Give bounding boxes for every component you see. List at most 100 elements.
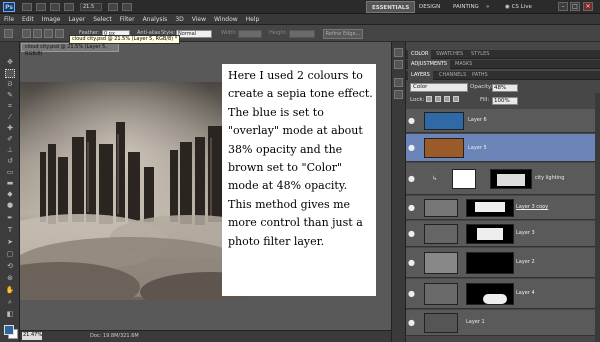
menu-file[interactable]: File: [0, 14, 18, 25]
tab-masks[interactable]: MASKS: [452, 60, 475, 69]
minibridge-icon[interactable]: [36, 3, 46, 11]
fill-input[interactable]: 100%: [492, 97, 518, 105]
layer-row[interactable]: ● Layer 4: [406, 279, 597, 309]
history-panel-icon[interactable]: [394, 48, 403, 57]
restore-button[interactable]: □: [570, 2, 580, 11]
layer-name[interactable]: Layer 3 copy: [516, 204, 548, 211]
add-selection-icon[interactable]: [33, 29, 42, 38]
visibility-eye-icon[interactable]: ●: [408, 259, 416, 267]
layer-name[interactable]: Layer 6: [468, 117, 487, 124]
workspace-more-button[interactable]: »: [481, 1, 494, 13]
menu-edit[interactable]: Edit: [18, 14, 38, 25]
pen-tool-icon[interactable]: ✒: [5, 214, 15, 223]
gradient-tool-icon[interactable]: ▬: [5, 179, 15, 188]
minimize-button[interactable]: –: [558, 2, 568, 11]
layer-row-selected[interactable]: ● Layer 5: [406, 134, 597, 162]
lock-position-icon[interactable]: [444, 96, 450, 102]
menu-analysis[interactable]: Analysis: [139, 14, 172, 25]
screen-mode-icon[interactable]: [122, 3, 132, 11]
layer-row[interactable]: ● Layer 3 copy: [406, 196, 597, 220]
hand-tool-icon[interactable]: [64, 3, 74, 11]
menu-image[interactable]: Image: [38, 14, 65, 25]
bridge-icon[interactable]: [22, 3, 32, 11]
default-colors-icon[interactable]: ◧: [5, 310, 15, 319]
path-select-icon[interactable]: ➤: [5, 238, 15, 247]
history-brush-icon[interactable]: ↺: [5, 157, 15, 166]
width-input[interactable]: [238, 30, 262, 38]
layer-row[interactable]: ● Layer 1: [406, 310, 597, 336]
dodge-tool-icon[interactable]: ●: [5, 201, 15, 210]
menu-select[interactable]: Select: [89, 14, 116, 25]
tab-layers[interactable]: LAYERS: [408, 71, 433, 80]
refine-edge-button[interactable]: Refine Edge...: [323, 29, 363, 39]
layer-name[interactable]: Layer 4: [516, 290, 535, 297]
opacity-input[interactable]: 48%: [492, 84, 518, 92]
workspace-essentials-button[interactable]: ESSENTIALS: [366, 1, 416, 13]
blend-mode-select[interactable]: Color: [410, 83, 468, 92]
workspace-painting-button[interactable]: PAINTING: [448, 1, 484, 13]
visibility-eye-icon[interactable]: ●: [408, 319, 416, 327]
layer-row[interactable]: ● ↳ city lighting: [406, 163, 597, 195]
move-tool-icon[interactable]: ✥: [5, 58, 15, 67]
healing-brush-icon[interactable]: ✚: [5, 124, 15, 133]
workspace-design-button[interactable]: DESIGN: [414, 1, 445, 13]
layer-row[interactable]: ● Layer 2: [406, 248, 597, 278]
lock-transparency-icon[interactable]: [426, 96, 432, 102]
blur-tool-icon[interactable]: ◆: [5, 190, 15, 199]
hand-tool-icon[interactable]: ✋: [5, 286, 15, 295]
paragraph-panel-icon[interactable]: [394, 90, 403, 99]
visibility-eye-icon[interactable]: ●: [408, 175, 416, 183]
tab-channels[interactable]: CHANNELS: [436, 71, 469, 80]
marquee-preset-icon[interactable]: [4, 29, 13, 38]
arrange-documents-icon[interactable]: [108, 3, 118, 11]
visibility-eye-icon[interactable]: ●: [408, 144, 416, 152]
3d-rotate-icon[interactable]: ⟲: [5, 262, 15, 271]
clone-stamp-icon[interactable]: ⊥: [5, 146, 15, 155]
menu-window[interactable]: Window: [210, 14, 242, 25]
zoom-status-field[interactable]: 21.47%: [22, 332, 42, 340]
layers-scrollbar[interactable]: [595, 93, 600, 342]
brush-tool-icon[interactable]: ✐: [5, 135, 15, 144]
lock-all-icon[interactable]: [453, 96, 459, 102]
new-selection-icon[interactable]: [22, 29, 31, 38]
close-button[interactable]: ✕: [583, 2, 593, 11]
height-input[interactable]: [289, 30, 315, 38]
zoom-level-select[interactable]: 21.5: [80, 3, 102, 11]
layer-name[interactable]: Layer 3: [516, 230, 535, 237]
eraser-tool-icon[interactable]: ▭: [5, 168, 15, 177]
marquee-tool-icon[interactable]: [5, 69, 15, 78]
visibility-eye-icon[interactable]: ●: [408, 117, 416, 125]
layer-name[interactable]: Layer 2: [516, 259, 535, 266]
type-tool-icon[interactable]: T: [5, 226, 15, 235]
foreground-color-swatch[interactable]: [4, 325, 14, 335]
actions-panel-icon[interactable]: [394, 60, 403, 69]
menu-filter[interactable]: Filter: [116, 14, 139, 25]
layer-row[interactable]: ● Layer 6: [406, 109, 597, 133]
document-tab[interactable]: cloud city.psd @ 21.5% (Layer 5, RGB/8): [21, 43, 119, 57]
eyedropper-tool-icon[interactable]: ⁄: [5, 113, 15, 122]
shape-tool-icon[interactable]: ▢: [5, 250, 15, 259]
tab-swatches[interactable]: SWATCHES: [433, 50, 466, 59]
menu-3d[interactable]: 3D: [171, 14, 187, 25]
subtract-selection-icon[interactable]: [44, 29, 53, 38]
visibility-eye-icon[interactable]: ●: [408, 230, 416, 238]
menu-layer[interactable]: Layer: [64, 14, 89, 25]
visibility-eye-icon[interactable]: ●: [408, 290, 416, 298]
menu-help[interactable]: Help: [242, 14, 264, 25]
style-select[interactable]: Normal: [176, 30, 212, 38]
character-panel-icon[interactable]: [394, 78, 403, 87]
cs-live-button[interactable]: ◉ CS Live: [505, 2, 532, 12]
layer-name[interactable]: Layer 5: [468, 145, 487, 152]
visibility-eye-icon[interactable]: ●: [408, 204, 416, 212]
quick-select-tool-icon[interactable]: ✎: [5, 91, 15, 100]
tab-adjustments[interactable]: ADJUSTMENTS: [408, 60, 451, 69]
intersect-selection-icon[interactable]: [55, 29, 64, 38]
grid-view-icon[interactable]: [50, 3, 60, 11]
image-canvas[interactable]: [20, 82, 248, 300]
layer-name[interactable]: city lighting: [535, 175, 564, 182]
tab-color[interactable]: COLOR: [408, 50, 432, 59]
tab-styles[interactable]: STYLES: [468, 50, 492, 59]
zoom-tool-icon[interactable]: ⌕: [5, 298, 15, 307]
crop-tool-icon[interactable]: ⌗: [5, 102, 15, 111]
lock-pixels-icon[interactable]: [435, 96, 441, 102]
